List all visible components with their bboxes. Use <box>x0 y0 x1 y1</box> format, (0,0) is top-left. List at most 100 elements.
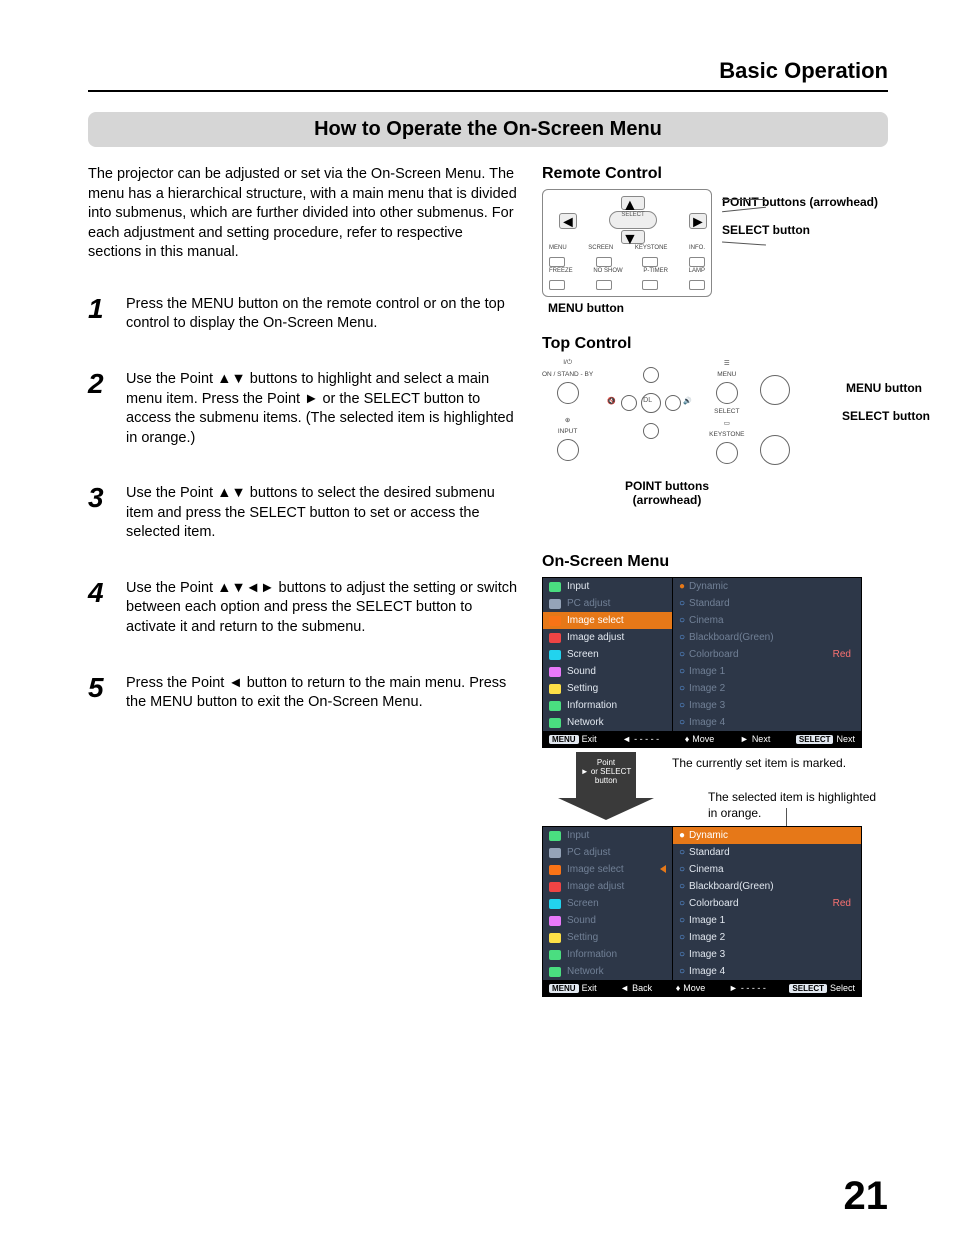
osm-item-label: Image select <box>567 864 624 875</box>
osm-sub-label: Image 4 <box>689 717 725 728</box>
step-text: Use the Point ▲▼ buttons to highlight an… <box>126 370 518 448</box>
remote-label: MENU <box>549 245 567 251</box>
callout-select-button: SELECT button <box>842 409 930 423</box>
arrow-down-icon: Point ► or SELECT button <box>576 752 636 798</box>
step-number: 1 <box>88 295 112 334</box>
osm-sub-label: Standard <box>689 847 730 858</box>
remote-control-diagram: ▲ ▼ ◄ ► SELECT MENU SCREEN KEYSTONE INFO… <box>542 189 888 297</box>
top-control-diagram: I/⏻ ON / STAND - BY ⊕ INPUT 🔇 <box>542 359 862 519</box>
osm-item-label: Information <box>567 700 617 711</box>
step-5: 5 Press the Point ◄ button to return to … <box>88 674 518 713</box>
remote-small-button <box>549 280 565 290</box>
remote-control-heading: Remote Control <box>542 165 888 183</box>
osm-sub-label: Colorboard <box>689 649 738 660</box>
osm-item-label: Image adjust <box>567 632 624 643</box>
osm-sub-label: Image 2 <box>689 683 725 694</box>
step-3: 3 Use the Point ▲▼ buttons to select the… <box>88 484 518 543</box>
remote-label: KEYSTONE <box>635 245 668 251</box>
menu-button-icon <box>716 382 738 404</box>
callout-menu-button: MENU button <box>548 301 888 315</box>
select-label: SELECT <box>714 408 739 415</box>
note-highlight-orange: The selected item is highlighted in oran… <box>708 790 878 821</box>
standby-button-icon <box>557 382 579 404</box>
power-symbol-icon: I/⏻ <box>563 359 572 367</box>
information-icon <box>549 950 561 960</box>
remote-label: P-TIMER <box>643 268 668 274</box>
intro-paragraph: The projector can be adjusted or set via… <box>88 165 518 263</box>
point-down-icon <box>643 423 659 439</box>
select-button-icon: SELECT <box>609 211 657 229</box>
point-up-icon <box>643 367 659 383</box>
osm-sub-label: Image 2 <box>689 932 725 943</box>
remote-small-button <box>642 257 658 267</box>
osm-item-label: Screen <box>567 649 599 660</box>
osm-item-label: Image select <box>567 615 624 626</box>
step-2: 2 Use the Point ▲▼ buttons to highlight … <box>88 370 518 448</box>
information-icon <box>549 701 561 711</box>
pc-adjust-icon <box>549 599 561 609</box>
remote-body: ▲ ▼ ◄ ► SELECT MENU SCREEN KEYSTONE INFO… <box>542 189 712 297</box>
on-screen-menu-heading: On-Screen Menu <box>542 553 888 571</box>
step-number: 4 <box>88 579 112 638</box>
osm-item-label: Setting <box>567 683 598 694</box>
image-select-icon <box>549 616 561 626</box>
osm-item-label: Input <box>567 830 589 841</box>
remote-small-button <box>689 257 705 267</box>
remote-label: NO SHOW <box>593 268 622 274</box>
step-number: 2 <box>88 370 112 448</box>
step-1: 1 Press the MENU button on the remote co… <box>88 295 518 334</box>
callout-menu-button: MENU button <box>846 381 922 395</box>
step-text: Press the MENU button on the remote cont… <box>126 295 518 334</box>
osm-sub-label: Image 3 <box>689 949 725 960</box>
point-right-icon: ► <box>689 213 707 229</box>
remote-small-button <box>596 257 612 267</box>
osm-panel-submenu: Input PC adjust Image select Image adjus… <box>542 826 862 997</box>
standby-label: ON / STAND - BY <box>542 371 593 378</box>
top-control-heading: Top Control <box>542 335 888 353</box>
sound-icon <box>549 916 561 926</box>
step-text: Use the Point ▲▼◄► buttons to adjust the… <box>126 579 518 638</box>
osm-sub-label: Standard <box>689 598 730 609</box>
on-screen-menu-figure: Input PC adjust Image select Image adjus… <box>542 577 862 997</box>
top-control-dpad: 🔇 🔊 DL <box>615 367 687 439</box>
osm-sub-label: Image 4 <box>689 966 725 977</box>
setting-icon <box>549 933 561 943</box>
osm-sub-label: Cinema <box>689 864 723 875</box>
step-4: 4 Use the Point ▲▼◄► buttons to adjust t… <box>88 579 518 638</box>
step-text: Use the Point ▲▼ buttons to select the d… <box>126 484 518 543</box>
screen-icon <box>549 650 561 660</box>
screen-icon <box>549 899 561 909</box>
input-icon <box>549 582 561 592</box>
step-number: 3 <box>88 484 112 543</box>
remote-small-button <box>689 280 705 290</box>
osm-item-label: Image adjust <box>567 881 624 892</box>
network-icon <box>549 967 561 977</box>
image-select-icon <box>549 865 561 875</box>
osm-footer: MENU Exit ◄ - - - - - ♦ Move ► Next SELE… <box>543 731 861 747</box>
osm-item-label: Sound <box>567 666 596 677</box>
page-number: 21 <box>844 1174 889 1219</box>
osm-item-label: Network <box>567 966 604 977</box>
osm-sub-label: Colorboard <box>689 898 738 909</box>
osm-item-label: Sound <box>567 915 596 926</box>
callout-select-button: SELECT button <box>722 223 878 239</box>
remote-small-button <box>596 280 612 290</box>
osm-sub-label: Image 3 <box>689 700 725 711</box>
keystone-button-icon <box>716 442 738 464</box>
osm-sub-label: Blackboard(Green) <box>689 881 773 892</box>
big-button-icon <box>760 375 790 405</box>
keystone-label: KEYSTONE <box>709 431 744 438</box>
page-title: How to Operate the On-Screen Menu <box>88 112 888 147</box>
step-text: Press the Point ◄ button to return to th… <box>126 674 518 713</box>
point-down-icon: ▼ <box>621 230 645 244</box>
image-adjust-icon <box>549 882 561 892</box>
pc-adjust-icon <box>549 848 561 858</box>
callout-point-buttons: POINT buttons (arrowhead) <box>612 479 722 507</box>
osm-sub-label: Cinema <box>689 615 723 626</box>
remote-label: FREEZE <box>549 268 573 274</box>
remote-label: LAMP <box>689 268 705 274</box>
network-icon <box>549 718 561 728</box>
right-column: Remote Control ▲ ▼ ◄ ► SELECT MENU SCREE… <box>542 165 888 997</box>
point-left-icon: ◄ <box>559 213 577 229</box>
input-icon <box>549 831 561 841</box>
